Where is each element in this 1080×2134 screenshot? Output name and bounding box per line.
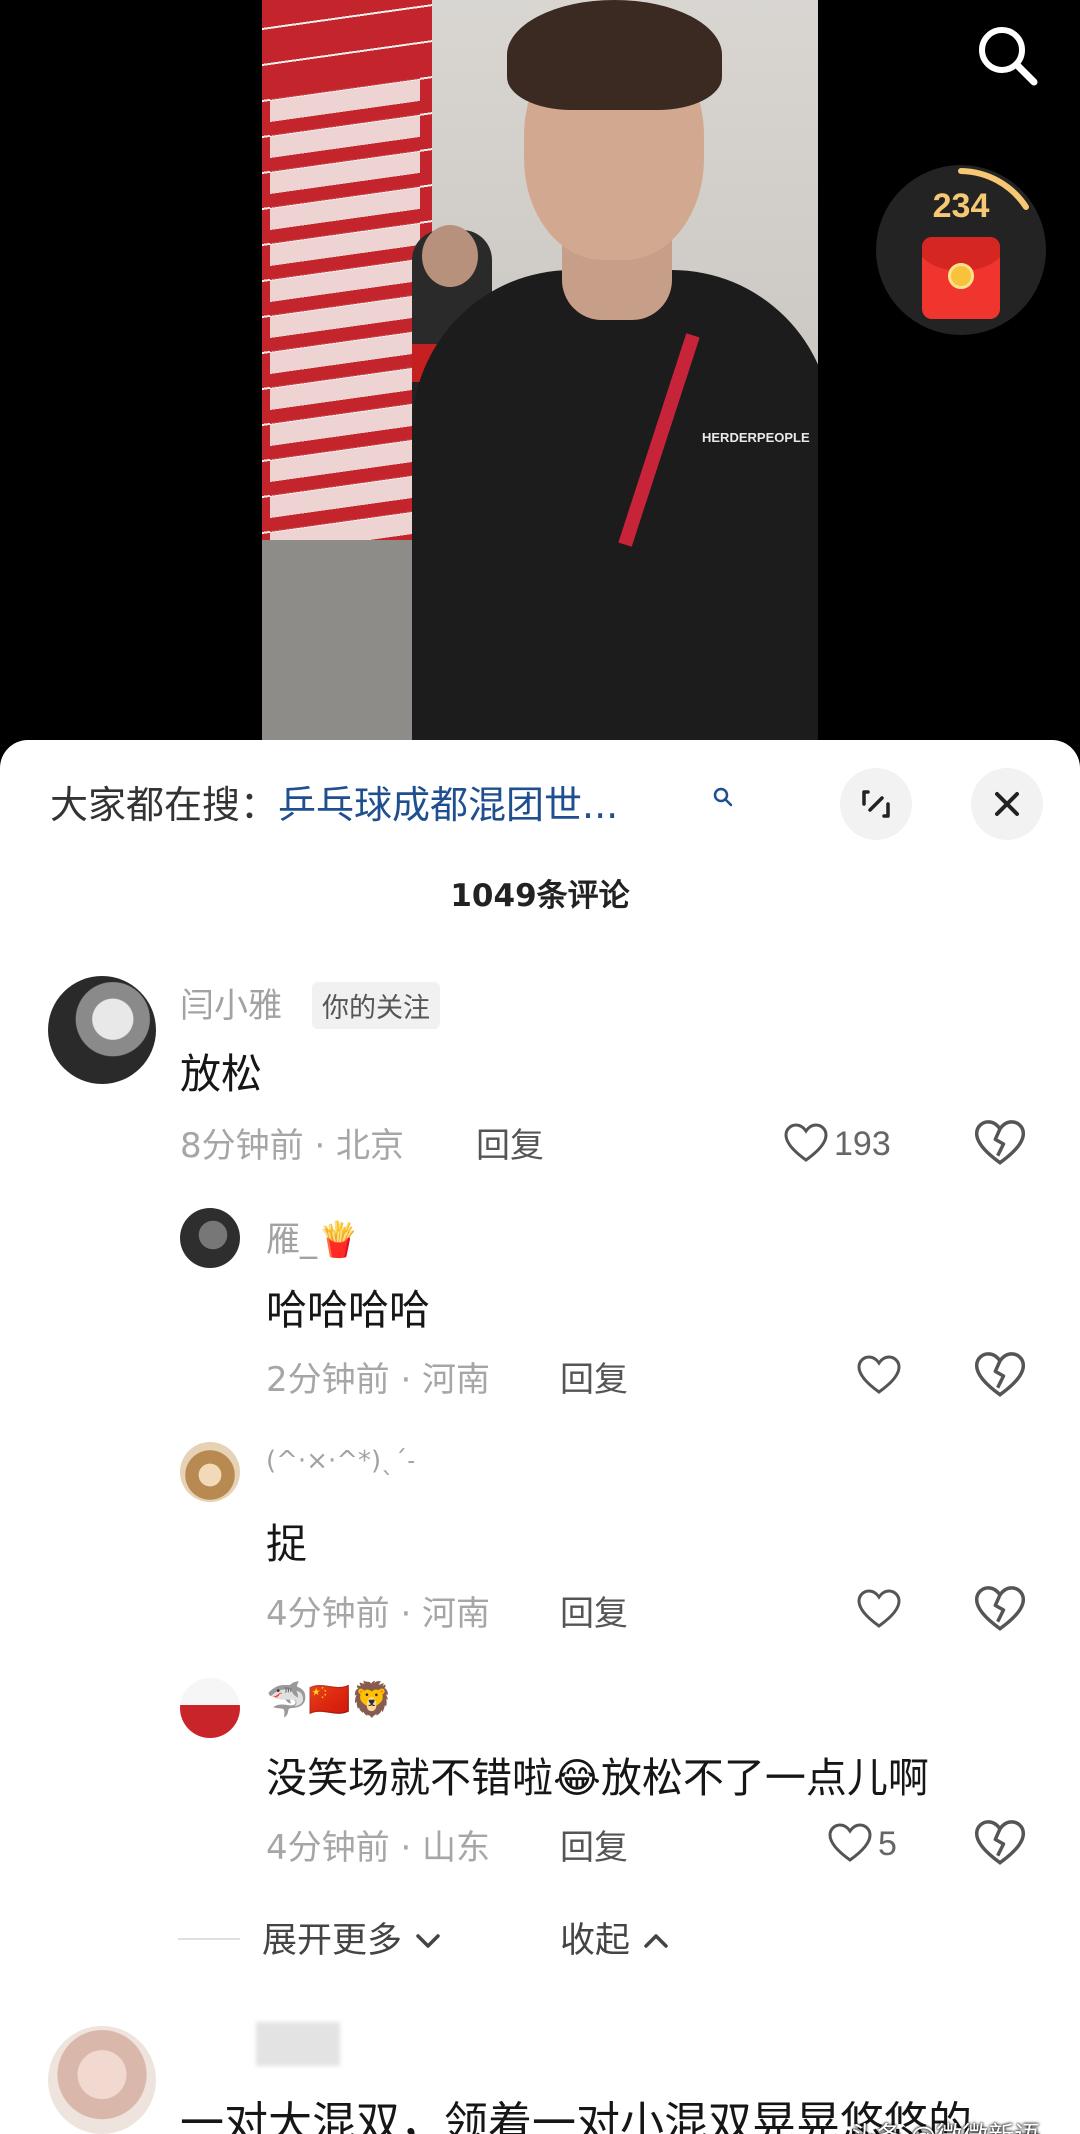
heart-icon — [828, 1823, 872, 1862]
collapse-button[interactable]: 收起 — [560, 1912, 671, 1963]
following-tag: 你的关注 — [312, 982, 440, 1029]
broken-heart-icon — [974, 1820, 1026, 1865]
comment-username[interactable]: (^·×·^*)ˎˊ˗ — [266, 1446, 415, 1476]
jacket-brand-logo: HERDERPEOPLE — [702, 430, 810, 445]
video-frame: HERDERPEOPLE — [262, 0, 818, 760]
blurred-username — [256, 2022, 340, 2066]
collapse-label: 收起 — [560, 1921, 631, 1961]
search-icon — [979, 27, 1038, 86]
dislike-button[interactable] — [972, 1582, 1028, 1638]
heart-icon — [857, 1589, 901, 1628]
comment-text: 捉 — [266, 1520, 307, 1568]
heart-icon — [857, 1355, 901, 1394]
reply-button[interactable]: 回复 — [476, 1118, 544, 1167]
comment-meta: 8分钟前 · 北京 — [180, 1126, 405, 1166]
close-icon — [995, 792, 1019, 816]
video-player[interactable]: HERDERPEOPLE 234 — [0, 0, 1080, 760]
watermark: 头条 @微微新语 — [850, 2116, 1040, 2134]
close-button[interactable] — [971, 768, 1043, 840]
comment-meta: 4分钟前 · 河南 — [266, 1594, 491, 1634]
comment-meta: 2分钟前 · 河南 — [266, 1360, 491, 1400]
hot-search-bar[interactable]: 大家都在搜：乒乓球成都混团世... — [50, 774, 618, 829]
dislike-button[interactable] — [972, 1116, 1028, 1172]
fullscreen-button[interactable] — [840, 768, 912, 840]
avatar[interactable] — [180, 1442, 240, 1502]
dislike-button[interactable] — [972, 1816, 1028, 1872]
comment-username[interactable]: 雁_🍟 — [266, 1212, 359, 1261]
dislike-button[interactable] — [972, 1348, 1028, 1404]
expand-more-label: 展开更多 — [262, 1921, 403, 1961]
comment-text: 没笑场就不错啦😂放松不了一点儿啊 — [266, 1754, 929, 1802]
avatar[interactable] — [48, 2026, 156, 2134]
expand-more-button[interactable]: 展开更多 — [262, 1912, 443, 1963]
red-envelope-icon — [922, 237, 1000, 319]
comment-text: 放松 — [180, 1050, 262, 1098]
comment-text: 哈哈哈哈 — [266, 1286, 430, 1334]
avatar[interactable] — [180, 1208, 240, 1268]
divider — [178, 1938, 240, 1940]
like-count: 193 — [834, 1124, 891, 1163]
comment-sheet: 大家都在搜：乒乓球成都混团世... 1049条评论 闫小雅 你的关注 放松 8分… — [0, 740, 1080, 2134]
reply-button[interactable]: 回复 — [560, 1352, 628, 1401]
chevron-down-icon — [416, 1934, 440, 1948]
comment-username[interactable]: 闫小雅 — [180, 978, 282, 1027]
broken-heart-icon — [974, 1586, 1026, 1631]
like-button[interactable] — [855, 1584, 907, 1636]
reply-button[interactable]: 回复 — [560, 1820, 628, 1869]
comment-meta: 4分钟前 · 山东 — [266, 1828, 491, 1868]
broken-heart-icon — [974, 1120, 1026, 1165]
search-button[interactable] — [972, 20, 1044, 92]
avatar[interactable] — [48, 976, 156, 1084]
comment-username[interactable]: 🦈🇨🇳🦁 — [266, 1680, 393, 1720]
person-jacket — [412, 270, 818, 760]
search-icon — [713, 787, 733, 807]
red-packet-widget[interactable]: 234 — [876, 165, 1046, 335]
like-count: 5 — [878, 1824, 897, 1863]
like-button[interactable]: 193 — [782, 1118, 891, 1170]
expand-icon — [862, 790, 890, 818]
comment-count: 1049条评论 — [450, 878, 630, 914]
background-player-head — [422, 225, 478, 287]
hot-search-prefix: 大家都在搜： — [50, 783, 279, 827]
hot-search-link[interactable]: 乒乓球成都混团世... — [278, 783, 618, 827]
chevron-up-icon — [644, 1934, 668, 1948]
like-button[interactable] — [855, 1350, 907, 1402]
heart-icon — [784, 1123, 828, 1162]
avatar[interactable] — [180, 1678, 240, 1738]
like-button[interactable]: 5 — [826, 1818, 897, 1870]
sponsor-logos — [270, 68, 420, 590]
broken-heart-icon — [974, 1352, 1026, 1397]
reply-button[interactable]: 回复 — [560, 1586, 628, 1635]
red-packet-count: 234 — [932, 187, 990, 225]
person-hair — [507, 0, 722, 110]
